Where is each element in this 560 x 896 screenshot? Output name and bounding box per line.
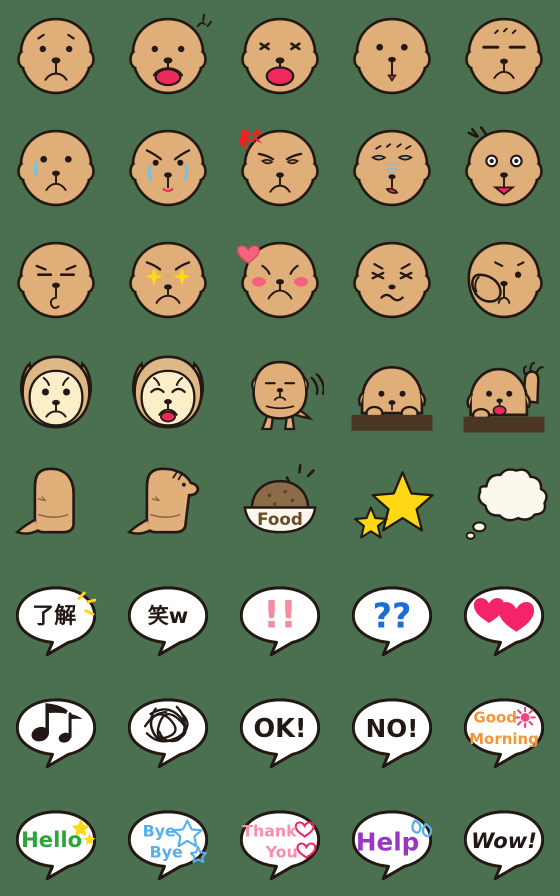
- emoji-cell-bubble-good-morning[interactable]: Good Morning: [448, 672, 560, 784]
- emoji-cell-cream-dog-face-tongue[interactable]: [112, 336, 224, 448]
- emoji-cell-food-bowl[interactable]: Food: [224, 448, 336, 560]
- emoji-sticker-sheet: Food 了解 笑w !! ?? OK! NO! Good Morning He…: [0, 0, 560, 896]
- emoji-cell-dog-face-sad-drip[interactable]: [336, 0, 448, 112]
- emoji-cell-bubble-scribble[interactable]: [112, 672, 224, 784]
- emoji-cell-bubble-hello[interactable]: Hello: [0, 784, 112, 896]
- emoji-cell-dog-face-single-tear[interactable]: [0, 112, 112, 224]
- bubble-help-label: Help: [356, 828, 419, 857]
- emoji-cell-bubble-help[interactable]: Help: [336, 784, 448, 896]
- emoji-cell-dog-face-joy-tongue[interactable]: [224, 0, 336, 112]
- emoji-cell-bubble-thank-you[interactable]: Thank You: [224, 784, 336, 896]
- emoji-cell-bubble-bye-bye[interactable]: Bye Bye: [112, 784, 224, 896]
- emoji-cell-bubble-ok[interactable]: OK!: [224, 672, 336, 784]
- bubble-thank-label: Thank: [242, 821, 297, 840]
- emoji-cell-cream-dog-face-neutral[interactable]: [0, 336, 112, 448]
- bubble-exclamation-label: !!: [263, 593, 297, 636]
- emoji-cell-dog-face-sick[interactable]: [336, 112, 448, 224]
- emoji-cell-bubble-exclamation[interactable]: !!: [224, 560, 336, 672]
- emoji-cell-dog-face-grumpy[interactable]: [336, 224, 448, 336]
- emoji-cell-dog-face-sparkle-eyes[interactable]: [112, 224, 224, 336]
- emoji-cell-dog-face-sleepy[interactable]: [448, 0, 560, 112]
- emoji-cell-dog-face-love-blush[interactable]: [224, 224, 336, 336]
- emoji-cell-bubble-ryoukai[interactable]: 了解: [0, 560, 112, 672]
- emoji-cell-dog-peeking-over-wall[interactable]: [336, 336, 448, 448]
- bubble-ok-label: OK!: [253, 714, 306, 744]
- emoji-cell-bubble-hearts[interactable]: [448, 560, 560, 672]
- bubble-bye-label-2: Bye: [150, 843, 183, 862]
- bubble-warai-label: 笑w: [148, 603, 189, 628]
- emoji-cell-dog-waving-over-wall[interactable]: [448, 336, 560, 448]
- emoji-cell-dog-face-thinking-paw[interactable]: [448, 224, 560, 336]
- emoji-cell-dog-body-tail-wag[interactable]: [224, 336, 336, 448]
- emoji-cell-dog-face-happy-tongue[interactable]: [112, 0, 224, 112]
- bubble-ryoukai-label: 了解: [32, 603, 76, 629]
- emoji-cell-dog-standing-back[interactable]: [0, 448, 112, 560]
- emoji-cell-bubble-wow[interactable]: Wow!: [448, 784, 560, 896]
- emoji-cell-bubble-no[interactable]: NO!: [336, 672, 448, 784]
- emoji-cell-thought-cloud-empty[interactable]: [448, 448, 560, 560]
- emoji-cell-sparkle-stars[interactable]: [336, 448, 448, 560]
- emoji-cell-bubble-question[interactable]: ??: [336, 560, 448, 672]
- bubble-question-label: ??: [373, 596, 412, 635]
- emoji-cell-dog-face-angry[interactable]: [224, 112, 336, 224]
- emoji-cell-dog-face-neutral[interactable]: [0, 0, 112, 112]
- bubble-bye-label-1: Bye: [143, 821, 176, 840]
- bubble-good-label: Good: [473, 709, 517, 727]
- emoji-cell-dog-face-crying[interactable]: [112, 112, 224, 224]
- emoji-cell-dog-face-shocked[interactable]: [448, 112, 560, 224]
- bubble-no-label: NO!: [366, 714, 419, 743]
- sun-icon: [514, 706, 536, 729]
- emoji-cell-bubble-music-notes[interactable]: [0, 672, 112, 784]
- emoji-cell-bubble-warai[interactable]: 笑w: [112, 560, 224, 672]
- food-bowl-label: Food: [257, 509, 303, 529]
- bubble-you-label: You: [265, 843, 298, 862]
- bubble-hello-label: Hello: [21, 827, 82, 852]
- emoji-cell-dog-face-whistle[interactable]: [0, 224, 112, 336]
- bubble-morning-label: Morning: [469, 730, 539, 748]
- bubble-wow-label: Wow!: [471, 828, 537, 853]
- emoji-cell-dog-standing-side[interactable]: [112, 448, 224, 560]
